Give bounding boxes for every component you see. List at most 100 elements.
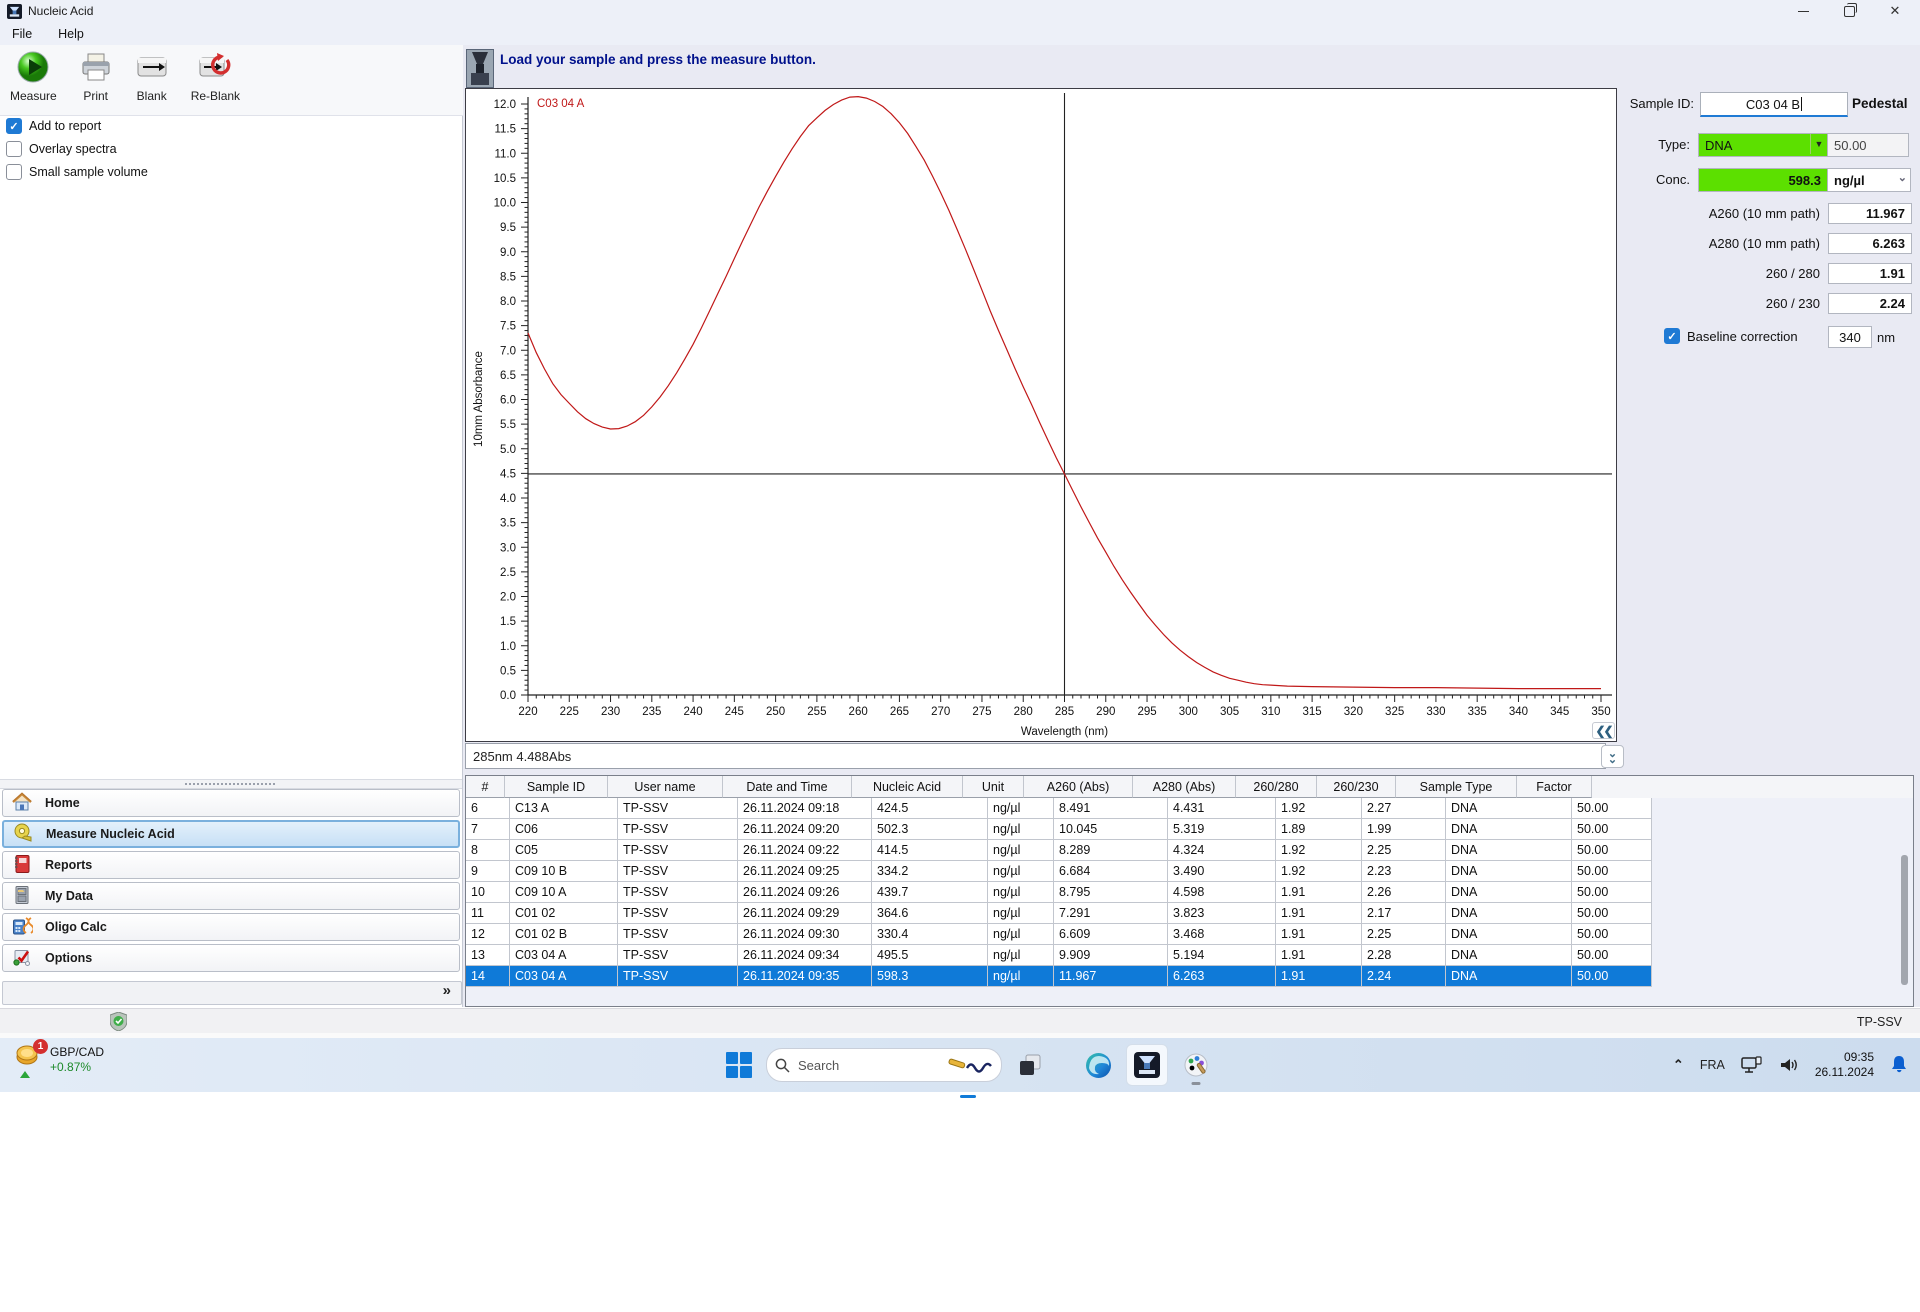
svg-text:220: 220 (518, 706, 537, 718)
clock[interactable]: 09:35 26.11.2024 (1815, 1050, 1874, 1080)
checkbox-add-to-report[interactable]: ✓ (6, 118, 22, 134)
table-header-cell[interactable]: Date and Time (723, 776, 852, 798)
table-cell: TP-SSV (618, 798, 738, 819)
reports-icon (11, 853, 33, 878)
svg-text:9.5: 9.5 (500, 222, 516, 234)
chevron-down-icon[interactable]: ▼ (1810, 134, 1827, 154)
svg-text:6.0: 6.0 (500, 395, 516, 407)
network-icon[interactable] (1741, 1056, 1763, 1074)
sidebar-item-my-data[interactable]: My Data (2, 882, 460, 910)
options-icon (11, 946, 33, 971)
checkbox-small-sample-volume[interactable] (6, 164, 22, 180)
table-cell: 3.823 (1168, 903, 1276, 924)
table-header-cell[interactable]: 260/230 (1317, 776, 1396, 798)
svg-text:0.5: 0.5 (500, 665, 516, 677)
readout-expand-icon[interactable]: ⌄ ⌄ (1601, 745, 1624, 768)
splitter-handle[interactable] (0, 779, 462, 789)
table-header-cell[interactable]: Nucleic Acid (852, 776, 963, 798)
table-cell: ng/µl (988, 861, 1054, 882)
up-arrow-icon (20, 1071, 30, 1078)
table-header-cell[interactable]: A280 (Abs) (1133, 776, 1236, 798)
expand-chevron-icon[interactable]: » (443, 982, 451, 999)
svg-text:11.5: 11.5 (494, 124, 516, 136)
svg-text:320: 320 (1344, 706, 1363, 718)
table-cell: 1.91 (1276, 924, 1362, 945)
table-row[interactable]: 11 C01 02 TP-SSV 26.11.2024 09:29 364.6 ng/µl… (466, 903, 1913, 924)
table-row[interactable]: 8 C05 TP-SSV 26.11.2024 09:22 414.5 ng/µl 8.28… (466, 840, 1913, 861)
menu-item-help[interactable]: Help (58, 27, 84, 41)
search-input[interactable]: Search (766, 1048, 1002, 1082)
sidebar-item-measure-nucleic-acid[interactable]: Measure Nucleic Acid (2, 820, 460, 848)
svg-text:4.5: 4.5 (500, 468, 516, 480)
language-indicator[interactable]: FRA (1700, 1058, 1725, 1072)
print-button[interactable]: Print (75, 49, 117, 104)
reblank-button[interactable]: Re-Blank (187, 49, 244, 104)
start-button[interactable] (726, 1052, 752, 1078)
table-row[interactable]: 9 C09 10 B TP-SSV 26.11.2024 09:25 334.2 ng/µ… (466, 861, 1913, 882)
table-header-cell[interactable]: A260 (Abs) (1024, 776, 1133, 798)
table-cell: TP-SSV (618, 882, 738, 903)
table-cell: 364.6 (872, 903, 988, 924)
table-header-cell[interactable]: Sample Type (1396, 776, 1517, 798)
table-cell: ng/µl (988, 819, 1054, 840)
table-cell: 50.00 (1572, 798, 1652, 819)
table-row[interactable]: 14 C03 04 A TP-SSV 26.11.2024 09:35 598.3 ng/… (466, 966, 1913, 987)
checkbox-overlay-spectra[interactable] (6, 141, 22, 157)
table-scrollbar-thumb[interactable] (1901, 855, 1908, 985)
result-label: 260 / 230 (1765, 296, 1820, 311)
table-cell: C13 A (510, 798, 618, 819)
svg-text:305: 305 (1220, 706, 1239, 718)
nucleic-acid-app-icon[interactable] (960, 1044, 1168, 1098)
sidebar-item-home[interactable]: Home (2, 789, 460, 817)
tray-chevron-up-icon[interactable]: ⌃ (1673, 1057, 1684, 1073)
minimize-icon[interactable] (1780, 0, 1826, 22)
table-cell: 10.045 (1054, 819, 1168, 840)
table-row[interactable]: 13 C03 04 A TP-SSV 26.11.2024 09:34 495.5 ng/… (466, 945, 1913, 966)
table-row[interactable]: 10 C09 10 A TP-SSV 26.11.2024 09:26 439.7 ng/… (466, 882, 1913, 903)
table-cell: DNA (1446, 903, 1572, 924)
table-cell: 1.92 (1276, 840, 1362, 861)
edge-browser-icon[interactable] (1084, 1051, 1112, 1079)
close-icon[interactable]: ✕ (1872, 0, 1918, 22)
sidebar-item-options[interactable]: Options (2, 944, 460, 972)
window-title: Nucleic Acid (28, 4, 94, 18)
svg-text:235: 235 (642, 706, 661, 718)
table-header-cell[interactable]: User name (608, 776, 723, 798)
sample-id-input[interactable]: C03 04 B (1700, 92, 1848, 117)
volume-icon[interactable] (1779, 1057, 1799, 1073)
table-cell: C01 02 B (510, 924, 618, 945)
table-header-cell[interactable]: Factor (1517, 776, 1592, 798)
table-cell: C03 04 A (510, 966, 618, 987)
paint-app-icon[interactable] (1182, 1051, 1210, 1085)
sidebar-item-oligo-calc[interactable]: Oligo Calc (2, 913, 460, 941)
chart-collapse-icon[interactable]: ❮❮ (1592, 722, 1615, 739)
spectrum-svg[interactable]: 0.0 0.5 1.0 1.5 2.0 2.5 3.0 3.5 4.0 4.5 5.0 5.5 6.0 6… (466, 89, 1614, 739)
sidebar-item-reports[interactable]: Reports (2, 851, 460, 879)
toolbar: Measure Print Blank Re-Blank (0, 45, 468, 116)
menu-item-file[interactable]: File (12, 27, 32, 41)
spectrum-chart[interactable]: 0.0 0.5 1.0 1.5 2.0 2.5 3.0 3.5 4.0 4.5 5.0 5.5 6.0 6… (465, 88, 1617, 742)
taskbar-widget[interactable]: 1 GBP/CAD +0.87% (14, 1039, 104, 1078)
baseline-wavelength-field[interactable]: 340 (1828, 326, 1872, 348)
blank-button[interactable]: Blank (131, 49, 173, 104)
table-cell: 9.909 (1054, 945, 1168, 966)
svg-text:3.0: 3.0 (500, 542, 516, 554)
table-row[interactable]: 12 C01 02 B TP-SSV 26.11.2024 09:30 330.4 ng/… (466, 924, 1913, 945)
baseline-checkbox[interactable]: ✓ (1664, 328, 1680, 344)
type-select[interactable]: DNA ▼ (1698, 133, 1828, 157)
table-row[interactable]: 7 C06 TP-SSV 26.11.2024 09:20 502.3 ng/µl 10.0… (466, 819, 1913, 840)
notification-bell-icon[interactable] (1890, 1055, 1908, 1075)
table-row[interactable]: 6 C13 A TP-SSV 26.11.2024 09:18 424.5 ng/µl 8.… (466, 798, 1913, 819)
table-header-cell[interactable]: 260/280 (1236, 776, 1317, 798)
table-cell: 1.91 (1276, 903, 1362, 924)
task-view-icon[interactable] (1016, 1051, 1044, 1079)
table-header-cell[interactable]: Sample ID (505, 776, 608, 798)
table-header-cell[interactable]: # (466, 776, 505, 798)
table-cell: 1.91 (1276, 882, 1362, 903)
svg-text:350: 350 (1591, 706, 1610, 718)
table-header-cell[interactable]: Unit (963, 776, 1024, 798)
restore-icon[interactable] (1826, 0, 1872, 22)
chevron-down-icon[interactable]: ⌄ (1898, 171, 1907, 184)
unit-select[interactable]: ng/µl ⌄ (1827, 168, 1911, 192)
measure-button[interactable]: Measure (6, 49, 61, 104)
